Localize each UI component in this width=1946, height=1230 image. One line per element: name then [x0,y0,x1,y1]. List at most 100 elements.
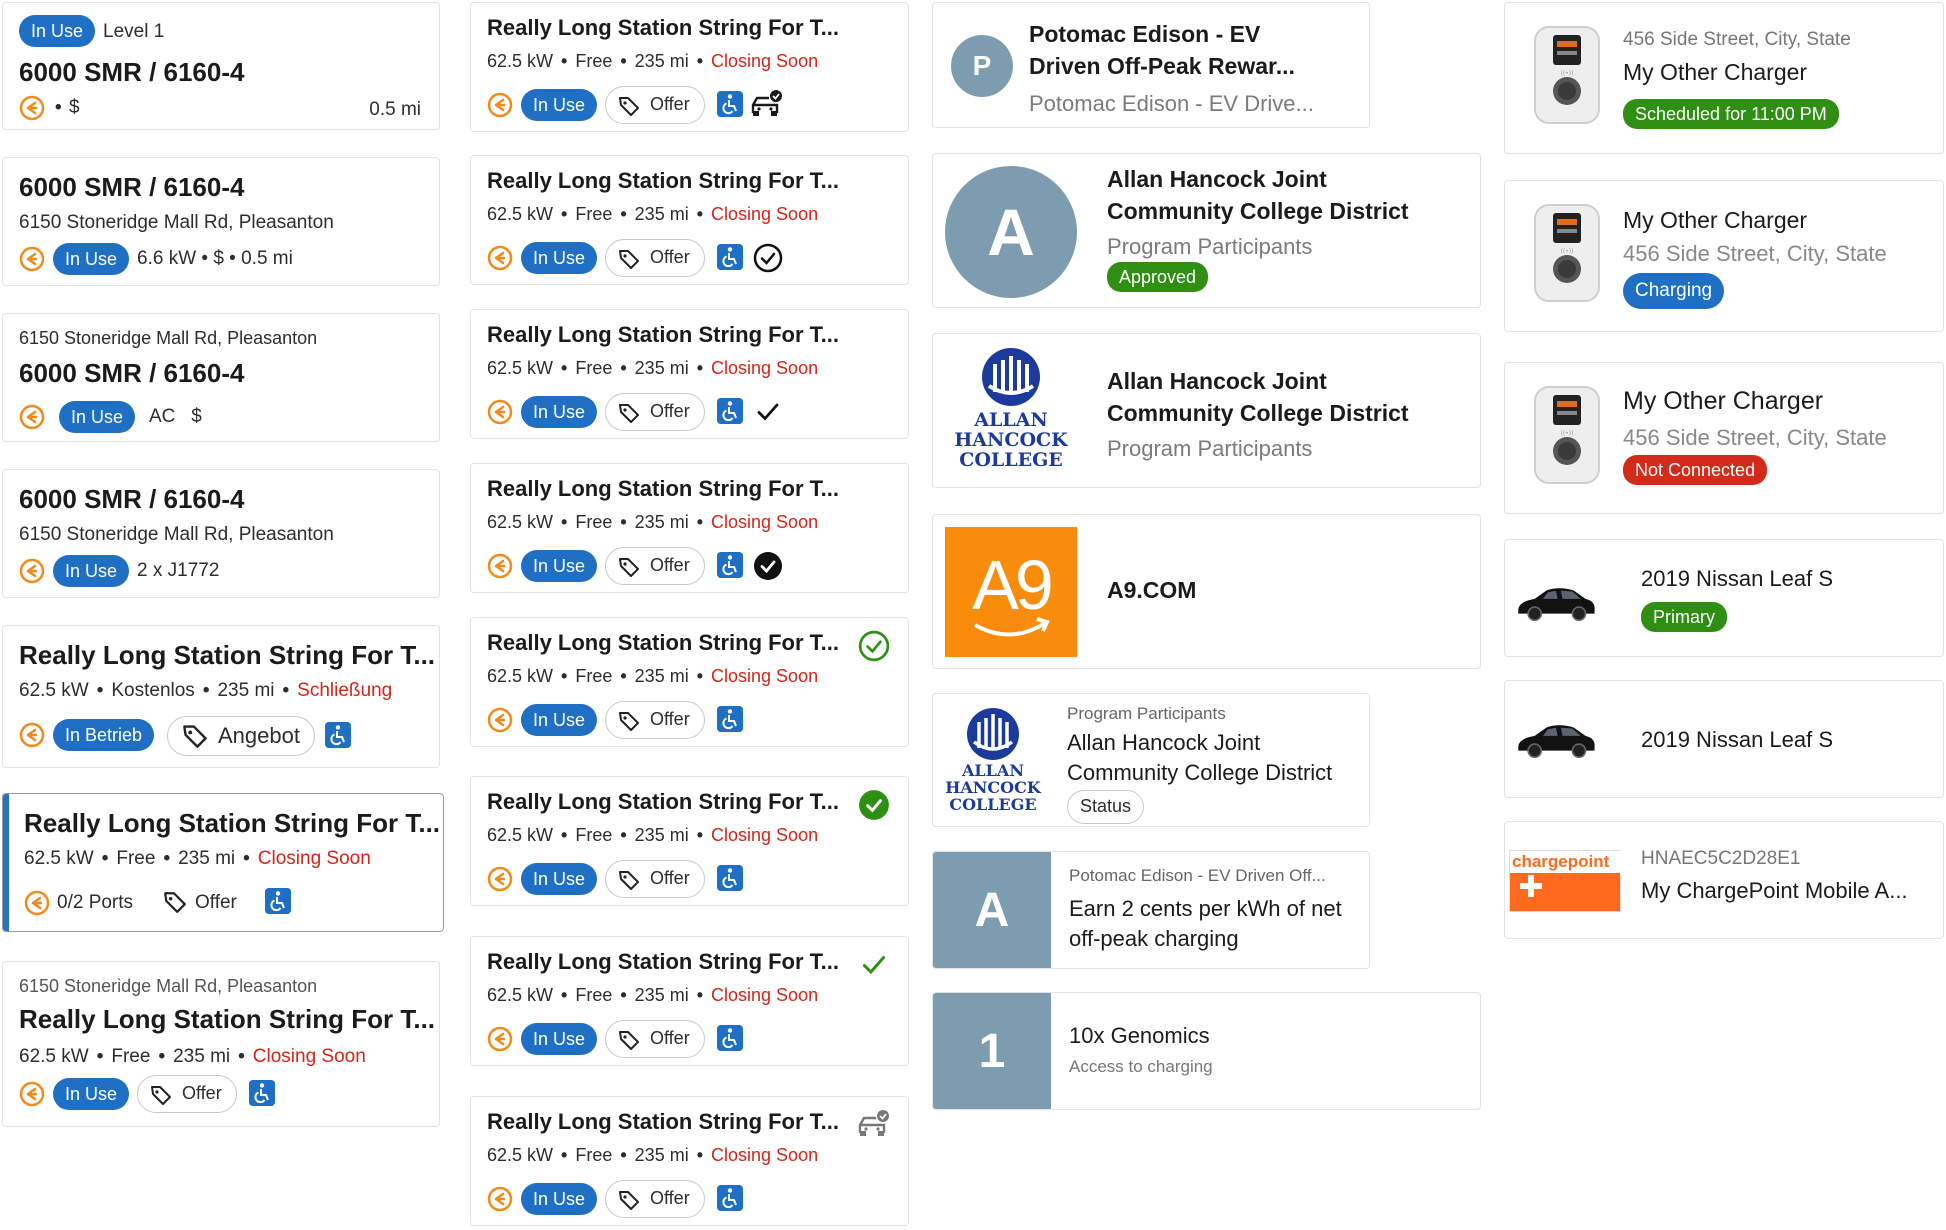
tag-icon [182,723,208,749]
tag-icon [618,95,640,117]
offer-button[interactable]: Offer [605,547,705,585]
station-card-col2-4[interactable]: Really Long Station String For T... 62.5… [470,463,909,593]
station-title: Really Long Station String For T... [487,1109,840,1134]
check-circle-icon [858,630,890,662]
station-address: 6150 Stoneridge Mall Rd, Pleasanton [19,212,334,233]
station-card-col2-2[interactable]: Really Long Station String For T... 62.5… [470,155,909,285]
home-charger-card-1[interactable]: 456 Side Street, City, State My Other Ch… [1504,2,1944,154]
station-card-1[interactable]: In Use Level 1 6000 SMR / 6160-4 • $ 0.5… [2,2,440,130]
price-label: Free [575,1145,613,1165]
status-badge: In Use [521,550,598,582]
status-badge: In Use [521,863,598,895]
station-card-7[interactable]: 6150 Stoneridge Mall Rd, Pleasanton Real… [2,961,440,1127]
station-card-3[interactable]: 6150 Stoneridge Mall Rd, Pleasanton 6000… [2,313,440,442]
program-title-line-2: Community College District [1107,198,1409,224]
station-card-col2-7[interactable]: Really Long Station String For T... 62.5… [470,936,909,1066]
price-label: Free [575,985,613,1005]
closing-status: Closing Soon [711,51,819,71]
price-label: Free [575,825,613,845]
program-card-genomics[interactable]: 1 10x Genomics Access to charging [932,992,1481,1110]
station-card-col2-1[interactable]: Really Long Station String For T... 62.5… [470,2,909,132]
a9-logo: A9 [945,527,1077,657]
station-title: Really Long Station String For T... [487,168,840,193]
program-subtitle: Program Participants [1107,436,1313,461]
accessibility-icon [717,706,743,732]
offer-button[interactable]: Angebot [167,716,315,756]
station-card-2[interactable]: 6000 SMR / 6160-4 6150 Stoneridge Mall R… [2,157,440,286]
station-card-col2-3[interactable]: Really Long Station String For T... 62.5… [470,309,909,439]
charging-icon [19,95,45,121]
home-charger-card-3[interactable]: My Other Charger 456 Side Street, City, … [1504,362,1944,514]
program-card-hancock-status[interactable]: ALLAN HANCOCK COLLEGE Program Participan… [932,693,1370,827]
program-card-hancock-approved[interactable]: A Allan Hancock Joint Community College … [932,153,1481,308]
smile-arrow-icon [974,617,1050,637]
offer-button[interactable]: Offer [605,860,705,898]
offer-button[interactable]: Offer [605,1180,705,1218]
chargepoint-card[interactable]: chargepoint HNAEC5C2D28E1 My ChargePoint… [1504,821,1944,939]
station-meta: 62.5 kW • Free • 235 mi • Closing Soon [487,358,819,378]
status-badge: In Use [53,243,130,275]
charger-address: 456 Side Street, City, State [1623,425,1887,450]
not-connected-badge: Not Connected [1623,455,1768,485]
chargepoint-logo: chargepoint [1512,852,1610,871]
charging-icon [487,92,513,118]
ports-label: 0/2 Ports [57,892,134,913]
station-card-col2-5[interactable]: Really Long Station String For T... 62.5… [470,617,909,747]
vehicle-card-1[interactable]: 2019 Nissan Leaf S Primary [1504,539,1944,657]
check-filled-icon [753,551,783,581]
closing-status: Closing Soon [252,1046,366,1067]
accessibility-icon [717,244,743,270]
charging-icon [24,890,50,916]
charging-icon [487,707,513,733]
program-card-hancock[interactable]: ALLAN HANCOCK COLLEGE Allan Hancock Join… [932,333,1481,488]
station-card-col2-8[interactable]: Really Long Station String For T... 62.5… [470,1096,909,1226]
status-badge: In Use [521,704,598,736]
station-meta: 6.6 kW • $ • 0.5 mi [137,248,293,269]
distance-label: 235 mi [634,51,689,71]
vehicle-card-2[interactable]: 2019 Nissan Leaf S [1504,680,1944,798]
status-badge: In Use [521,242,598,274]
station-card-4[interactable]: 6000 SMR / 6160-4 6150 Stoneridge Mall R… [2,469,440,598]
program-card-a9[interactable]: A9 A9.COM [932,514,1481,669]
station-meta: 62.5 kW • Free • 235 mi • Closing Soon [19,1046,366,1067]
logo-line-2: HANCOCK [945,778,1041,797]
station-address: 6150 Stoneridge Mall Rd, Pleasanton [19,976,318,996]
price-label: Free [575,51,613,71]
home-charger-card-2[interactable]: My Other Charger 456 Side Street, City, … [1504,180,1944,332]
closing-status: Schließung [297,680,393,701]
station-meta: AC $ [149,406,202,427]
accessibility-icon [717,1185,743,1211]
offer-button[interactable]: Offer [605,701,705,739]
offer-button[interactable]: Offer [605,86,705,124]
charging-badge: Charging [1623,273,1725,309]
closing-status: Closing Soon [711,358,819,378]
car-icon [1515,578,1597,628]
station-card-col2-6[interactable]: Really Long Station String For T... 62.5… [470,776,909,906]
station-card-6-selected[interactable]: Really Long Station String For T... 62.5… [2,793,444,932]
offer-button[interactable]: Offer [137,1075,237,1113]
station-card-5[interactable]: Really Long Station String For T... 62.5… [2,625,440,768]
program-subtitle: Program Participants [1107,234,1313,259]
program-card-earn[interactable]: A Potomac Edison - EV Driven Off... Earn… [932,851,1370,969]
vehicle-compatible-icon [749,89,783,119]
tag-icon [618,402,640,424]
offer-label[interactable]: Offer [195,892,237,914]
vehicle-name: 2019 Nissan Leaf S [1641,727,1834,752]
program-card-potomac[interactable]: P Potomac Edison - EV Driven Off-Peak Re… [932,2,1370,128]
station-meta: 62.5 kW • Free • 235 mi • Closing Soon [487,51,819,71]
tag-icon [618,869,640,891]
program-title-line-2: Community College District [1107,400,1409,426]
check-filled-icon [858,789,890,821]
offer-button[interactable]: Offer [605,239,705,277]
check-icon [753,397,783,427]
offer-button[interactable]: Offer [605,1020,705,1058]
offer-label: Offer [650,247,690,267]
offer-button[interactable]: Offer [605,393,705,431]
program-title-line-2: Driven Off-Peak Rewar... [1029,53,1295,79]
charging-icon [487,866,513,892]
hancock-shield-icon [967,708,1019,760]
offer-label: Angebot [218,723,300,748]
program-title-line-1: Allan Hancock Joint [1067,730,1261,755]
power-label: 62.5 kW [487,512,554,532]
price-label: Free [575,512,613,532]
